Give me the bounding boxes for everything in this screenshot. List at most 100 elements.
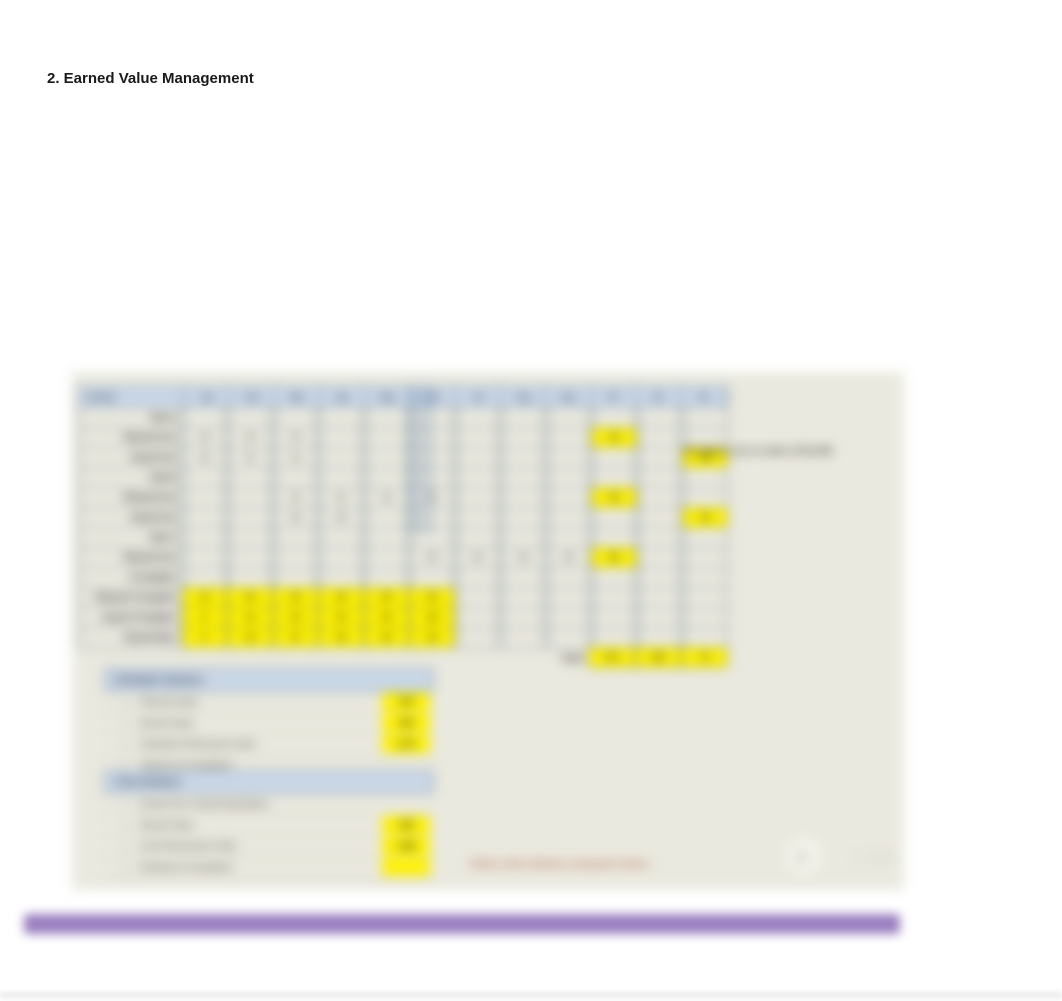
cell	[182, 548, 228, 568]
table-row: Planned Cost10101030	[78, 428, 728, 448]
cell: 10	[182, 588, 228, 608]
cell	[637, 568, 683, 588]
cell	[682, 568, 728, 588]
cell	[682, 588, 728, 608]
cell	[455, 628, 501, 648]
cell	[546, 568, 592, 588]
cell	[409, 448, 455, 468]
row-label: Planned Cost	[78, 428, 182, 448]
metric-value: 0.79	[382, 735, 430, 753]
cell	[409, 508, 455, 528]
cell: 15	[409, 488, 455, 508]
cell: 36	[318, 628, 364, 648]
cell	[273, 528, 319, 548]
row-label: Actual % Complete	[78, 608, 182, 628]
metric-label: Estimate at Completion	[104, 862, 382, 872]
cell	[364, 568, 410, 588]
table-row: Actual Cost181836	[78, 508, 728, 528]
cell: 40	[318, 588, 364, 608]
cell: 48	[409, 608, 455, 628]
cell: 10	[182, 428, 228, 448]
cell: 80	[591, 548, 637, 568]
metric-label: Earned Value	[104, 718, 382, 728]
cell: 40	[364, 608, 410, 628]
cell	[318, 548, 364, 568]
cell	[546, 588, 592, 608]
cell	[455, 568, 501, 588]
cost-variance-block: Cost Variance Actual Cost / Actual Expen…	[104, 770, 434, 878]
cell	[500, 508, 546, 528]
cell	[546, 468, 592, 488]
cell	[500, 448, 546, 468]
cell	[682, 428, 728, 448]
row-label: Actual Cost	[78, 508, 182, 528]
cell	[364, 548, 410, 568]
cell	[546, 508, 592, 528]
schedule-variance-title: Schedule Variance	[104, 668, 434, 692]
cell	[182, 568, 228, 588]
table-row: Earned Value91827364554	[78, 628, 728, 648]
table-header-row: Activity Jan Feb Mar Apr May Jun Jul Aug…	[78, 386, 728, 408]
col-month: Aug	[501, 387, 546, 407]
cell: 32	[318, 608, 364, 628]
cell	[409, 468, 455, 488]
table-row: Actual Cost12121236	[78, 448, 728, 468]
cell: 24	[273, 608, 319, 628]
cell	[409, 528, 455, 548]
cell: 12	[182, 448, 228, 468]
cell: 20	[455, 548, 501, 568]
cell	[500, 608, 546, 628]
metric-line: Schedule Performance Index0.79	[104, 734, 434, 755]
table-row: Planned % Complete102030405060	[78, 588, 728, 608]
total-pv: 170	[588, 648, 635, 668]
cell	[182, 408, 228, 428]
cell: 20	[546, 548, 592, 568]
cell	[682, 608, 728, 628]
cost-variance-title: Cost Variance	[104, 770, 434, 794]
row-label: Planned Cost	[78, 488, 182, 508]
cell: 20	[227, 588, 273, 608]
cell	[500, 568, 546, 588]
cell	[455, 608, 501, 628]
cell: 54	[409, 628, 455, 648]
cell	[273, 548, 319, 568]
metric-value: 135	[382, 816, 430, 834]
cell	[637, 608, 683, 628]
row-label: Earned Value	[78, 628, 182, 648]
cell	[637, 548, 683, 568]
cell: 16	[227, 608, 273, 628]
metric-line: Actual Cost / Actual Expenditure	[104, 794, 434, 815]
row-label: Task B	[78, 468, 182, 488]
cell	[591, 568, 637, 588]
col-month: Feb	[230, 387, 275, 407]
cell	[318, 448, 364, 468]
metric-value	[382, 795, 430, 813]
cell	[591, 608, 637, 628]
cell	[318, 528, 364, 548]
cell	[682, 548, 728, 568]
cell: 36	[682, 508, 728, 528]
cell	[500, 468, 546, 488]
cell	[364, 448, 410, 468]
cell: 45	[364, 628, 410, 648]
cell	[318, 428, 364, 448]
cell	[455, 448, 501, 468]
cell	[637, 528, 683, 548]
metric-line: Cost Performance Index1.88	[104, 836, 434, 857]
cell	[227, 408, 273, 428]
metric-label: Variance at Completion	[104, 760, 382, 770]
slide-caption: Yellow cells indicate computed values	[468, 859, 649, 870]
metric-value: 170	[382, 693, 430, 711]
footer-accent-bar	[24, 914, 900, 934]
cell	[637, 428, 683, 448]
cell: 18	[227, 628, 273, 648]
cell: 12	[227, 448, 273, 468]
col-month: Jul	[456, 387, 501, 407]
cell	[637, 468, 683, 488]
cell: 30	[591, 428, 637, 448]
metric-line: Planned Value170	[104, 692, 434, 713]
cell	[455, 528, 501, 548]
cell	[682, 628, 728, 648]
cell	[546, 428, 592, 448]
cell: 27	[273, 628, 319, 648]
